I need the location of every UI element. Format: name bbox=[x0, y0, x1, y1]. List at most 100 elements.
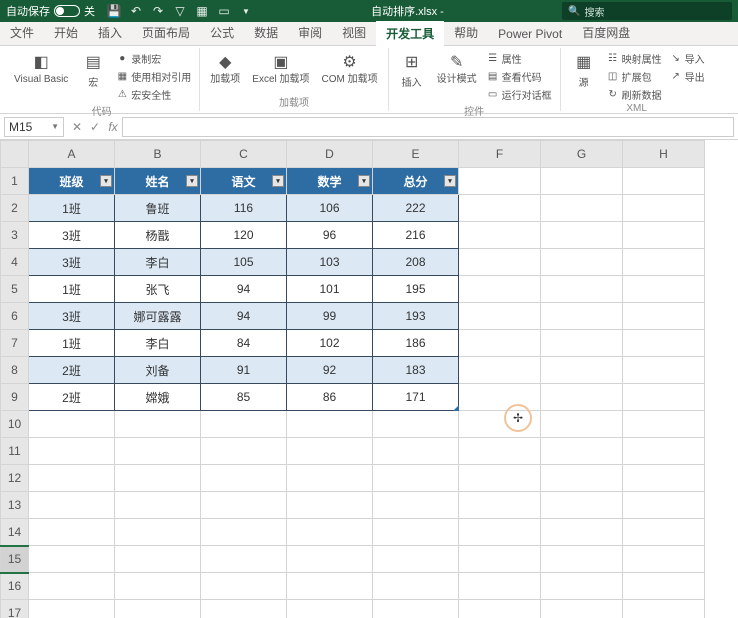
col-header-C[interactable]: C bbox=[201, 141, 287, 168]
spreadsheet-grid[interactable]: ABCDEFGH1班级▾姓名▾语文▾数学▾总分▾21班鲁班11610622233… bbox=[0, 140, 738, 618]
macro-security-button[interactable]: ⚠宏安全性 bbox=[114, 86, 193, 103]
cell[interactable] bbox=[373, 546, 459, 573]
expand-pack-button[interactable]: ◫扩展包 bbox=[605, 68, 664, 85]
macro-button[interactable]: ▤ 宏 bbox=[76, 50, 110, 91]
record-macro-button[interactable]: ●录制宏 bbox=[114, 50, 193, 67]
cell[interactable] bbox=[287, 519, 373, 546]
cell[interactable] bbox=[623, 168, 705, 195]
save-icon[interactable]: 💾 bbox=[107, 4, 121, 18]
row-header-13[interactable]: 13 bbox=[1, 492, 29, 519]
cell[interactable]: 101 bbox=[287, 276, 373, 303]
cell[interactable] bbox=[287, 600, 373, 618]
filter-dropdown-icon[interactable]: ▾ bbox=[186, 175, 198, 187]
cell[interactable]: 刘备 bbox=[115, 357, 201, 384]
cell[interactable] bbox=[459, 276, 541, 303]
cell[interactable] bbox=[115, 492, 201, 519]
enter-icon[interactable]: ✓ bbox=[86, 120, 104, 134]
cell[interactable] bbox=[459, 330, 541, 357]
cell[interactable] bbox=[459, 465, 541, 492]
cell[interactable] bbox=[541, 492, 623, 519]
cell[interactable] bbox=[459, 573, 541, 600]
cell[interactable] bbox=[115, 546, 201, 573]
row-header-17[interactable]: 17 bbox=[1, 600, 29, 618]
cell[interactable] bbox=[29, 438, 115, 465]
cell[interactable] bbox=[459, 438, 541, 465]
source-button[interactable]: ▦源 bbox=[567, 50, 601, 91]
cell[interactable]: 1班 bbox=[29, 330, 115, 357]
cell[interactable] bbox=[201, 519, 287, 546]
cell[interactable]: 193 bbox=[373, 303, 459, 330]
search-box[interactable]: 🔍 搜索 bbox=[562, 2, 732, 20]
cell[interactable]: 嫦娥 bbox=[115, 384, 201, 411]
row-header-8[interactable]: 8 bbox=[1, 357, 29, 384]
select-all-corner[interactable] bbox=[1, 141, 29, 168]
cell[interactable]: 数学▾ bbox=[287, 168, 373, 195]
col-header-F[interactable]: F bbox=[459, 141, 541, 168]
cell[interactable]: 2班 bbox=[29, 384, 115, 411]
cell[interactable] bbox=[459, 384, 541, 411]
cell[interactable]: 总分▾ bbox=[373, 168, 459, 195]
cell[interactable]: 姓名▾ bbox=[115, 168, 201, 195]
cell[interactable] bbox=[459, 168, 541, 195]
cell[interactable]: 120 bbox=[201, 222, 287, 249]
cell[interactable]: 195 bbox=[373, 276, 459, 303]
cell[interactable] bbox=[541, 411, 623, 438]
cell[interactable] bbox=[541, 303, 623, 330]
cell[interactable] bbox=[115, 438, 201, 465]
autosave-toggle[interactable]: 自动保存 关 bbox=[0, 3, 101, 19]
tab-8[interactable]: 开发工具 bbox=[376, 19, 444, 46]
cell[interactable]: 222 bbox=[373, 195, 459, 222]
insert-control-button[interactable]: ⊞插入 bbox=[395, 50, 429, 91]
row-header-2[interactable]: 2 bbox=[1, 195, 29, 222]
filter-dropdown-icon[interactable]: ▾ bbox=[444, 175, 456, 187]
table-icon[interactable]: ▦ bbox=[195, 4, 209, 18]
cell[interactable] bbox=[541, 519, 623, 546]
cell[interactable]: 2班 bbox=[29, 357, 115, 384]
cell[interactable]: 94 bbox=[201, 276, 287, 303]
cell[interactable] bbox=[623, 330, 705, 357]
cell[interactable] bbox=[287, 492, 373, 519]
cell[interactable] bbox=[541, 357, 623, 384]
cell[interactable]: 105 bbox=[201, 249, 287, 276]
run-dialog-button[interactable]: ▭运行对话框 bbox=[485, 86, 554, 103]
cell[interactable]: 103 bbox=[287, 249, 373, 276]
filter-icon[interactable]: ▽ bbox=[173, 4, 187, 18]
tab-0[interactable]: 文件 bbox=[0, 20, 44, 45]
cell[interactable] bbox=[623, 600, 705, 618]
cell[interactable] bbox=[373, 600, 459, 618]
row-header-12[interactable]: 12 bbox=[1, 465, 29, 492]
properties-button[interactable]: ☰属性 bbox=[485, 50, 554, 67]
row-header-15[interactable]: 15 bbox=[1, 546, 29, 573]
import-button[interactable]: ↘导入 bbox=[668, 50, 707, 67]
filter-dropdown-icon[interactable]: ▾ bbox=[272, 175, 284, 187]
cell[interactable] bbox=[623, 303, 705, 330]
cell[interactable] bbox=[201, 600, 287, 618]
cell[interactable] bbox=[373, 411, 459, 438]
cell[interactable]: 85 bbox=[201, 384, 287, 411]
cell[interactable] bbox=[29, 465, 115, 492]
cell[interactable]: 116 bbox=[201, 195, 287, 222]
cell[interactable] bbox=[115, 465, 201, 492]
row-header-9[interactable]: 9 bbox=[1, 384, 29, 411]
undo-icon[interactable]: ↶ bbox=[129, 4, 143, 18]
cell[interactable]: 语文▾ bbox=[201, 168, 287, 195]
cell[interactable] bbox=[287, 465, 373, 492]
dropdown-icon[interactable]: ▼ bbox=[239, 4, 253, 18]
cell[interactable] bbox=[623, 546, 705, 573]
cell[interactable] bbox=[541, 384, 623, 411]
map-props-button[interactable]: ☷映射属性 bbox=[605, 50, 664, 67]
row-header-4[interactable]: 4 bbox=[1, 249, 29, 276]
cell[interactable]: 106 bbox=[287, 195, 373, 222]
cell[interactable] bbox=[459, 357, 541, 384]
cell[interactable] bbox=[541, 573, 623, 600]
cell[interactable] bbox=[541, 465, 623, 492]
col-header-H[interactable]: H bbox=[623, 141, 705, 168]
cancel-icon[interactable]: ✕ bbox=[68, 120, 86, 134]
cell[interactable] bbox=[623, 276, 705, 303]
export-button[interactable]: ↗导出 bbox=[668, 68, 707, 85]
col-header-B[interactable]: B bbox=[115, 141, 201, 168]
row-header-7[interactable]: 7 bbox=[1, 330, 29, 357]
cell[interactable]: 86 bbox=[287, 384, 373, 411]
col-header-A[interactable]: A bbox=[29, 141, 115, 168]
cell[interactable]: 94 bbox=[201, 303, 287, 330]
